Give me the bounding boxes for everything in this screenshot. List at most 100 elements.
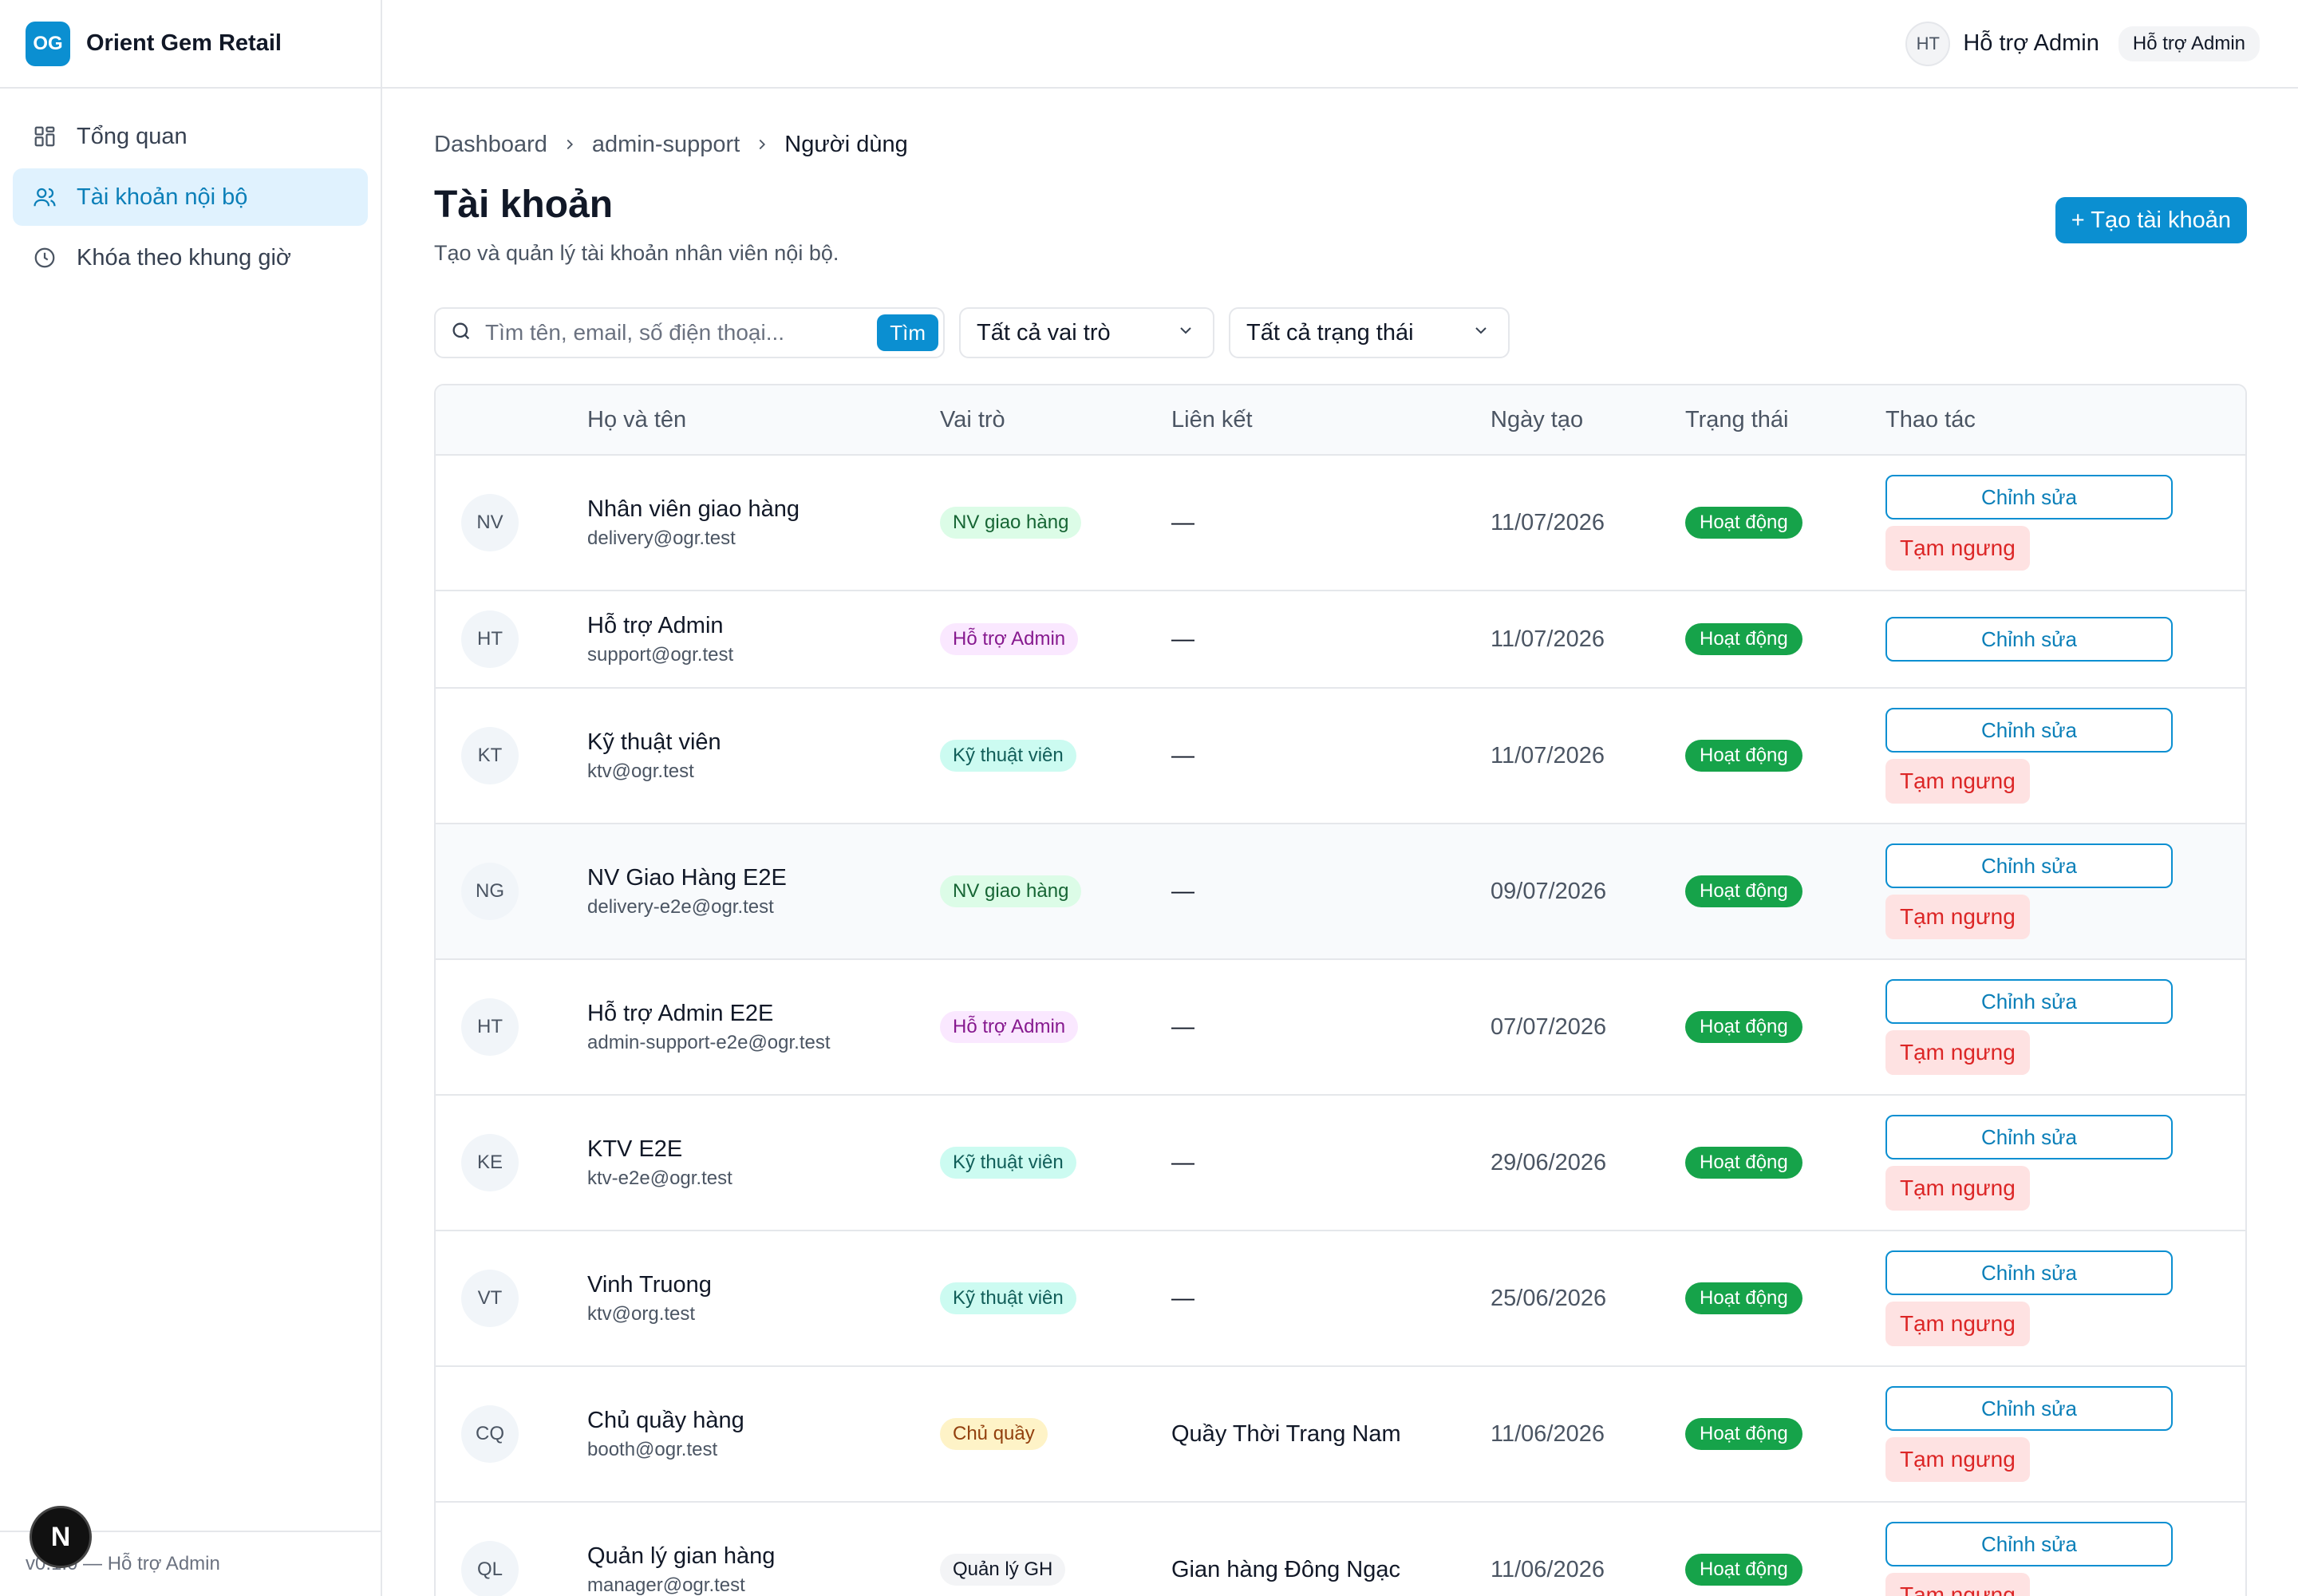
avatar-cell: KT xyxy=(436,727,587,784)
chevron-down-icon xyxy=(1176,320,1195,346)
header-status: Trạng thái xyxy=(1685,406,1789,433)
actions-cell: Chỉnh sửa xyxy=(1885,617,2245,662)
status-cell: Hoạt động xyxy=(1685,507,1885,539)
filters: Tìm Tất cả vai trò Tất cả trạng thái xyxy=(434,307,2247,358)
search-button[interactable]: Tìm xyxy=(877,314,938,351)
status-filter-select[interactable]: Tất cả trạng thái xyxy=(1229,307,1510,358)
breadcrumb-dashboard[interactable]: Dashboard xyxy=(434,132,547,158)
search-input[interactable] xyxy=(485,320,865,346)
user-email: support@ogr.test xyxy=(587,643,734,666)
user-email: ktv@ogr.test xyxy=(587,760,694,782)
edit-button[interactable]: Chỉnh sửa xyxy=(1885,617,2173,662)
created-date: 11/07/2026 xyxy=(1491,626,1605,652)
link-cell: — xyxy=(1171,626,1491,653)
created-date: 11/07/2026 xyxy=(1491,509,1605,535)
role-badge: Quản lý GH xyxy=(940,1554,1066,1586)
role-badge: Hỗ trợ Admin xyxy=(940,1011,1079,1043)
name-cell: Kỹ thuật viên ktv@ogr.test xyxy=(587,729,940,783)
users-icon xyxy=(32,184,57,210)
role-cell: Kỹ thuật viên xyxy=(940,1147,1171,1179)
link-cell: Quầy Thời Trang Nam xyxy=(1171,1421,1491,1448)
avatar-cell: HT xyxy=(436,998,587,1056)
avatar: CQ xyxy=(461,1405,519,1463)
create-account-button[interactable]: + Tạo tài khoản xyxy=(2055,197,2247,243)
user-full-name: NV Giao Hàng E2E xyxy=(587,864,787,891)
edit-button[interactable]: Chỉnh sửa xyxy=(1885,708,2173,753)
suspend-button[interactable]: Tạm ngưng xyxy=(1885,1437,2030,1482)
header-name: Họ và tên xyxy=(587,406,687,433)
suspend-button[interactable]: Tạm ngưng xyxy=(1885,526,2030,571)
edit-button[interactable]: Chỉnh sửa xyxy=(1885,475,2173,519)
actions-cell: Chỉnh sửa Tạm ngưng xyxy=(1885,475,2245,571)
sidebar-item-label: Khóa theo khung giờ xyxy=(77,244,291,271)
sidebar: OG Orient Gem Retail Tổng quan Tài khoản… xyxy=(0,0,382,1596)
avatar: QL xyxy=(461,1541,519,1596)
avatar-cell: NG xyxy=(436,863,587,920)
suspend-button[interactable]: Tạm ngưng xyxy=(1885,759,2030,804)
avatar-cell: VT xyxy=(436,1270,587,1327)
sidebar-item-internal-accounts[interactable]: Tài khoản nội bộ xyxy=(13,168,368,226)
created-date: 11/07/2026 xyxy=(1491,742,1605,768)
link-cell: — xyxy=(1171,879,1491,905)
search-icon xyxy=(450,320,472,346)
linked-location: Gian hàng Đông Ngạc xyxy=(1171,1556,1400,1582)
suspend-button[interactable]: Tạm ngưng xyxy=(1885,1166,2030,1211)
link-cell: — xyxy=(1171,1014,1491,1041)
status-badge: Hoạt động xyxy=(1685,1418,1802,1450)
chevron-right-icon xyxy=(560,135,579,154)
name-cell: KTV E2E ktv-e2e@ogr.test xyxy=(587,1136,940,1190)
next-dev-badge[interactable]: N xyxy=(30,1506,92,1568)
role-badge: NV giao hàng xyxy=(940,507,1082,539)
table-row: HT Hỗ trợ Admin support@ogr.test Hỗ trợ Adm… xyxy=(436,591,2245,689)
user-email: ktv-e2e@ogr.test xyxy=(587,1167,732,1189)
date-cell: 09/07/2026 xyxy=(1491,879,1685,905)
role-cell: Chủ quầy xyxy=(940,1418,1171,1450)
edit-button[interactable]: Chỉnh sửa xyxy=(1885,1115,2173,1159)
user-full-name: Chủ quầy hàng xyxy=(587,1407,744,1433)
edit-button[interactable]: Chỉnh sửa xyxy=(1885,843,2173,888)
status-cell: Hoạt động xyxy=(1685,1554,1885,1586)
name-cell: Chủ quầy hàng booth@ogr.test xyxy=(587,1408,940,1461)
sidebar-item-time-lock[interactable]: Khóa theo khung giờ xyxy=(13,229,368,286)
status-cell: Hoạt động xyxy=(1685,1147,1885,1179)
sidebar-item-overview[interactable]: Tổng quan xyxy=(13,108,368,165)
linked-location: Quầy Thời Trang Nam xyxy=(1171,1420,1401,1447)
table-body: NV Nhân viên giao hàng delivery@ogr.test NV… xyxy=(436,456,2245,1596)
breadcrumb-admin-support[interactable]: admin-support xyxy=(592,132,740,158)
status-badge: Hoạt động xyxy=(1685,1147,1802,1179)
linked-location: — xyxy=(1171,509,1194,535)
user-full-name: Nhân viên giao hàng xyxy=(587,496,800,522)
avatar[interactable]: HT xyxy=(1905,21,1951,66)
brand[interactable]: OG Orient Gem Retail xyxy=(0,0,381,89)
linked-location: — xyxy=(1171,742,1194,768)
avatar: HT xyxy=(461,610,519,668)
suspend-button[interactable]: Tạm ngưng xyxy=(1885,1573,2030,1596)
suspend-button[interactable]: Tạm ngưng xyxy=(1885,1030,2030,1075)
table-row: NG NV Giao Hàng E2E delivery-e2e@ogr.test N… xyxy=(436,824,2245,960)
grid-icon xyxy=(32,124,57,149)
actions-cell: Chỉnh sửa Tạm ngưng xyxy=(1885,1250,2245,1346)
edit-button[interactable]: Chỉnh sửa xyxy=(1885,1386,2173,1431)
suspend-button[interactable]: Tạm ngưng xyxy=(1885,895,2030,939)
user-name[interactable]: Hỗ trợ Admin xyxy=(1963,30,2099,57)
link-cell: — xyxy=(1171,1286,1491,1312)
role-cell: Hỗ trợ Admin xyxy=(940,623,1171,655)
role-cell: Kỹ thuật viên xyxy=(940,1282,1171,1314)
created-date: 07/07/2026 xyxy=(1491,1013,1607,1040)
status-cell: Hoạt động xyxy=(1685,1011,1885,1043)
role-filter-select[interactable]: Tất cả vai trò xyxy=(959,307,1214,358)
actions-cell: Chỉnh sửa Tạm ngưng xyxy=(1885,1386,2245,1482)
linked-location: — xyxy=(1171,1285,1194,1311)
edit-button[interactable]: Chỉnh sửa xyxy=(1885,1250,2173,1295)
user-full-name: Vinh Truong xyxy=(587,1271,712,1298)
edit-button[interactable]: Chỉnh sửa xyxy=(1885,979,2173,1024)
edit-button[interactable]: Chỉnh sửa xyxy=(1885,1522,2173,1566)
suspend-button[interactable]: Tạm ngưng xyxy=(1885,1302,2030,1346)
avatar-cell: NV xyxy=(436,494,587,551)
link-cell: Gian hàng Đông Ngạc xyxy=(1171,1557,1491,1583)
table-row: CQ Chủ quầy hàng booth@ogr.test Chủ quầy Quầ… xyxy=(436,1367,2245,1503)
status-badge: Hoạt động xyxy=(1685,1282,1802,1314)
status-badge: Hoạt động xyxy=(1685,1011,1802,1043)
search-box: Tìm xyxy=(434,307,945,358)
status-badge: Hoạt động xyxy=(1685,1554,1802,1586)
